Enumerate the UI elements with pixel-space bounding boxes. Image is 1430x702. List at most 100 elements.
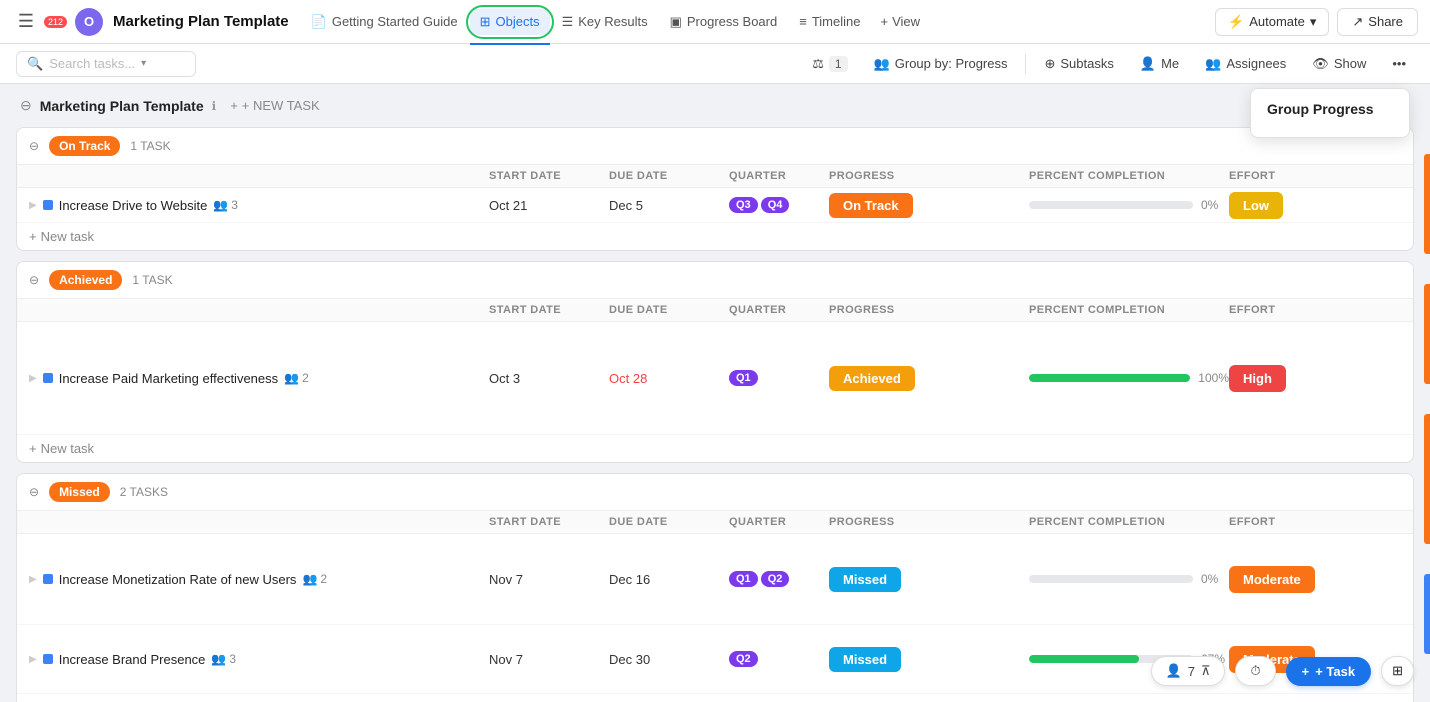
task-name-cell: ▶ Increase Brand Presence 👥 3 — [29, 652, 489, 667]
automate-icon: ⚡ — [1228, 14, 1244, 30]
objects-icon: ⊞ — [480, 14, 491, 30]
task-effort: Low — [1229, 198, 1414, 213]
add-view-btn[interactable]: + View — [872, 9, 928, 35]
share-button[interactable]: ↗ Share — [1337, 8, 1418, 36]
info-icon[interactable]: ℹ — [212, 99, 217, 113]
task-name: Increase Paid Marketing effectiveness — [59, 371, 278, 386]
group-task-count: 1 TASK — [132, 273, 172, 287]
me-icon: 👤 — [1140, 56, 1156, 72]
progress-badge: Missed — [829, 647, 901, 672]
task-effort: High — [1229, 371, 1414, 386]
quarter-tag-q4: Q4 — [761, 197, 790, 213]
tab-key-results[interactable]: ☰ Key Results — [552, 9, 658, 35]
task-expand-btn[interactable]: ▶ — [29, 200, 37, 211]
task-count-btn[interactable]: 👤 7 ⊼ — [1151, 656, 1226, 686]
subtasks-icon: ⊕ — [1044, 56, 1055, 72]
col-headers-on-track: START DATE DUE DATE QUARTER PROGRESS PER… — [17, 165, 1413, 188]
new-task-button[interactable]: + + NEW TASK — [224, 96, 326, 115]
timer-btn[interactable]: ⏱ — [1235, 656, 1275, 686]
effort-badge: Low — [1229, 192, 1283, 219]
plus-icon: + — [1302, 664, 1310, 679]
progress-pct: 0% — [1201, 198, 1229, 212]
quarter-tag-q2: Q2 — [761, 571, 790, 587]
group-collapse-btn[interactable]: ⊖ — [29, 485, 39, 499]
content-area: ⊖ Marketing Plan Template ℹ + + NEW TASK… — [0, 84, 1430, 702]
col-headers-missed: START DATE DUE DATE QUARTER PROGRESS PER… — [17, 511, 1413, 534]
quarter-tag-q3: Q3 — [729, 197, 758, 213]
task-start-date: Nov 7 — [489, 652, 609, 667]
task-quarters: Q2 — [729, 651, 829, 667]
task-name: Increase Drive to Website — [59, 198, 208, 213]
col-start: START DATE — [489, 304, 609, 316]
task-progress: Achieved — [829, 371, 1029, 386]
project-collapse-btn[interactable]: ⊖ — [20, 97, 32, 114]
tab-timeline[interactable]: ≡ Timeline — [789, 9, 870, 35]
progress-bar-bg — [1029, 201, 1193, 209]
add-task-floating-btn[interactable]: + + Task — [1286, 657, 1371, 686]
col-task-name — [29, 304, 489, 316]
task-expand-btn[interactable]: ▶ — [29, 373, 37, 384]
tab-getting-started[interactable]: 📄 Getting Started Guide — [301, 9, 468, 35]
progress-bar-bg — [1029, 374, 1190, 382]
task-quarters: Q1 — [729, 370, 829, 386]
tab-objects[interactable]: ⊞ Objects — [470, 9, 550, 35]
task-assignees: 👥 3 — [211, 652, 236, 666]
task-quarters: Q3 Q4 — [729, 197, 829, 213]
col-due: DUE DATE — [609, 516, 729, 528]
toolbar-right: ⚖ 1 👥 Group by: Progress ⊕ Subtasks 👤 Me… — [804, 52, 1414, 76]
effort-badge: High — [1229, 365, 1286, 392]
progress-board-icon: ▣ — [670, 14, 682, 30]
add-task-achieved[interactable]: + New task — [17, 435, 1413, 462]
group-on-track-header: ⊖ On Track 1 TASK — [17, 128, 1413, 165]
progress-bar-bg — [1029, 575, 1193, 583]
collapse-icon: ⊼ — [1201, 663, 1211, 679]
group-collapse-btn[interactable]: ⊖ — [29, 273, 39, 287]
col-due: DUE DATE — [609, 170, 729, 182]
automate-button[interactable]: ⚡ Automate ▾ — [1215, 8, 1329, 36]
group-by-btn[interactable]: 👥 Group by: Progress — [866, 52, 1016, 76]
col-progress: PROGRESS — [829, 516, 1029, 528]
progress-pct: 100% — [1198, 371, 1229, 385]
task-due-date: Dec 30 — [609, 652, 729, 667]
task-expand-btn[interactable]: ▶ — [29, 574, 37, 585]
task-effort: Moderate — [1229, 572, 1414, 587]
task-assignees: 👥 2 — [302, 572, 327, 586]
me-btn[interactable]: 👤 Me — [1132, 52, 1187, 76]
timeline-icon: ≡ — [799, 14, 807, 29]
tab-progress-board[interactable]: ▣ Progress Board — [660, 9, 788, 35]
search-chevron-icon: ▾ — [141, 58, 146, 69]
plus-icon: + — [29, 229, 37, 244]
col-quarter: QUARTER — [729, 516, 829, 528]
nav-actions: ⚡ Automate ▾ ↗ Share — [1215, 8, 1418, 36]
task-name-cell: ▶ Increase Monetization Rate of new User… — [29, 572, 489, 587]
grid-view-btn[interactable]: ⊞ — [1381, 656, 1414, 686]
timer-icon: ⏱ — [1250, 663, 1260, 679]
show-icon: 👁 — [1312, 56, 1329, 72]
subtasks-btn[interactable]: ⊕ Subtasks — [1036, 52, 1121, 76]
add-task-on-track[interactable]: + New task — [17, 223, 1413, 250]
add-task-missed[interactable]: + New task — [17, 694, 1413, 702]
task-expand-btn[interactable]: ▶ — [29, 654, 37, 665]
show-btn[interactable]: 👁 Show — [1304, 52, 1374, 76]
group-progress-title: Group Progress — [1267, 101, 1393, 117]
toolbar: 🔍 Search tasks... ▾ ⚖ 1 👥 Group by: Prog… — [0, 44, 1430, 84]
assignees-icon: 👥 — [213, 198, 228, 212]
filter-btn[interactable]: ⚖ 1 — [804, 52, 855, 76]
search-box[interactable]: 🔍 Search tasks... ▾ — [16, 51, 196, 77]
group-badge-achieved: Achieved — [49, 270, 122, 290]
col-quarter: QUARTER — [729, 304, 829, 316]
col-progress: PROGRESS — [829, 170, 1029, 182]
group-badge-on-track: On Track — [49, 136, 120, 156]
user-icon: 👤 — [1166, 663, 1182, 679]
col-effort: EFFORT — [1229, 304, 1414, 316]
more-options-btn[interactable]: ••• — [1384, 52, 1414, 75]
plus-icon: + — [880, 14, 888, 29]
assignees-btn[interactable]: 👥 Assignees — [1197, 52, 1294, 76]
hamburger-menu[interactable]: ☰ — [12, 8, 40, 36]
task-progress: Missed — [829, 652, 1029, 667]
group-on-track: ⊖ On Track 1 TASK START DATE DUE DATE QU… — [16, 127, 1414, 251]
assignees-icon: 👥 — [302, 572, 317, 586]
group-collapse-btn[interactable]: ⊖ — [29, 139, 39, 153]
right-accent-achieved — [1424, 284, 1430, 384]
task-start-date: Oct 21 — [489, 198, 609, 213]
